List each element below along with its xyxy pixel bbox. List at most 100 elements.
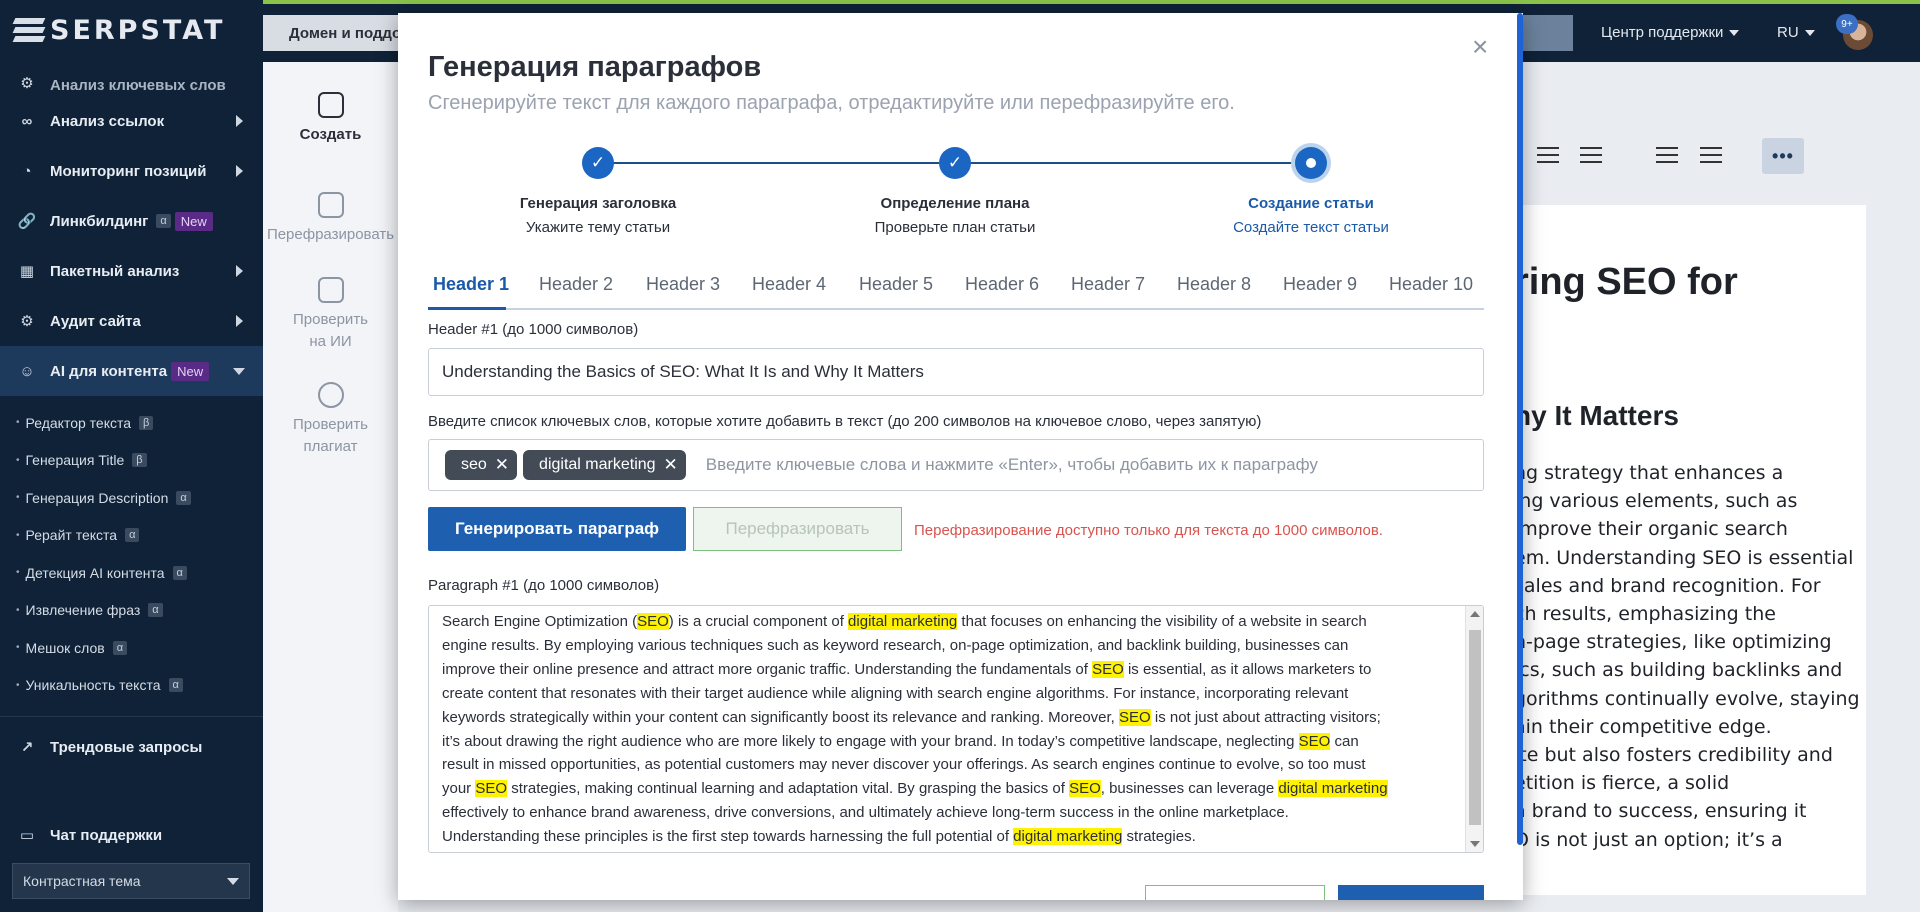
tab-header-1[interactable]: Header 1 bbox=[433, 274, 509, 295]
outdent-icon[interactable] bbox=[1656, 147, 1678, 163]
paraphrase-warning: Перефразирование доступно только для тек… bbox=[914, 522, 1383, 539]
paragraph-text-segment: is essential, as it allows marketers to bbox=[1123, 660, 1372, 678]
keywords-field-label: Введите список ключевых слов, которые хо… bbox=[428, 413, 1262, 430]
paraphrase-button[interactable]: Перефразировать bbox=[693, 507, 902, 551]
sidebar-subitem-rewrite[interactable]: Рерайт текстаα bbox=[0, 517, 263, 555]
theme-select[interactable]: Контрастная тема bbox=[12, 863, 250, 899]
alpha-badge: α bbox=[172, 565, 187, 580]
alpha-badge: α bbox=[112, 640, 128, 655]
keywords-input[interactable]: seo ✕ digital marketing ✕ Введите ключевые… bbox=[428, 439, 1484, 491]
tool-paraphrase[interactable]: Перефразировать bbox=[263, 192, 398, 246]
more-options-button[interactable]: ••• bbox=[1762, 138, 1804, 174]
step-connector bbox=[598, 162, 939, 164]
serpstat-logo[interactable]: SERPSTAT bbox=[0, 0, 263, 60]
paragraph-text-segment: strategies. bbox=[1122, 828, 1196, 846]
modal-subtitle: Сгенерируйте текст для каждого параграфа… bbox=[428, 92, 1235, 114]
align-right-icon[interactable] bbox=[1537, 147, 1559, 163]
tool-ai-check[interactable]: Проверить на ИИ bbox=[263, 277, 398, 353]
paragraph-line: engine results. By employing various tec… bbox=[442, 634, 1452, 658]
domain-search-input[interactable]: Домен и поддо bbox=[263, 15, 403, 51]
language-select[interactable]: RU bbox=[1777, 24, 1815, 41]
indent-icon[interactable] bbox=[1700, 147, 1722, 163]
sidebar-subitem-description-gen[interactable]: Генерация Descriptionα bbox=[0, 479, 263, 517]
logo-mark-icon bbox=[12, 18, 46, 42]
sidebar-item-batch[interactable]: ▦ Пакетный анализ bbox=[0, 246, 263, 296]
remove-keyword-icon[interactable]: ✕ bbox=[495, 455, 509, 475]
align-justify-icon[interactable] bbox=[1580, 147, 1602, 163]
tool-plagiarism[interactable]: Проверить плагиат bbox=[263, 382, 398, 458]
modal-scrollbar[interactable] bbox=[1517, 13, 1523, 845]
paragraph-line: your SEO strategies, making continual le… bbox=[442, 777, 1452, 801]
close-icon[interactable]: × bbox=[1472, 33, 1488, 61]
tab-header-5[interactable]: Header 5 bbox=[859, 274, 933, 295]
sidebar-item-links[interactable]: ∞ Анализ ссылок bbox=[0, 96, 263, 146]
paragraph-textarea[interactable]: Search Engine Optimization (SEO) is a cr… bbox=[428, 605, 1484, 853]
sidebar-subitem-uniqueness[interactable]: Уникальность текстаα bbox=[0, 667, 263, 705]
robot-icon: ☺ bbox=[19, 362, 35, 380]
chevron-right-icon bbox=[236, 165, 243, 177]
next-button[interactable] bbox=[1338, 885, 1484, 900]
tab-header-2[interactable]: Header 2 bbox=[539, 274, 613, 295]
tab-header-10[interactable]: Header 10 bbox=[1389, 274, 1473, 295]
tab-header-7[interactable]: Header 7 bbox=[1071, 274, 1145, 295]
doc-line: ing various elements, such as bbox=[1514, 490, 1798, 513]
paragraph-scrollbar[interactable] bbox=[1465, 606, 1483, 852]
sidebar-subitem-ai-detection[interactable]: Детекция AI контентаα bbox=[0, 554, 263, 592]
tab-header-6[interactable]: Header 6 bbox=[965, 274, 1039, 295]
step-3-desc: Создайте текст статьи bbox=[1233, 219, 1389, 236]
sidebar: SERPSTAT ⚙ Анализ ключевых слов ∞ Анализ… bbox=[0, 0, 263, 912]
paragraph-text-segment: improve their online presence and attrac… bbox=[442, 660, 1093, 678]
tab-header-8[interactable]: Header 8 bbox=[1177, 274, 1251, 295]
scroll-down-icon[interactable] bbox=[1470, 841, 1480, 847]
keywords-placeholder[interactable]: Введите ключевые слова и нажмите «Enter»… bbox=[706, 455, 1318, 475]
header-input[interactable]: Understanding the Basics of SEO: What It… bbox=[428, 348, 1484, 396]
paragraph-line: Understanding these principles is the fi… bbox=[442, 825, 1452, 849]
support-chat-button[interactable]: ▭ Чат поддержки bbox=[0, 815, 263, 855]
chevron-right-icon bbox=[236, 315, 243, 327]
generate-paragraph-button[interactable]: Генерировать параграф bbox=[428, 507, 686, 551]
back-button[interactable] bbox=[1145, 885, 1325, 900]
alpha-badge: α bbox=[148, 603, 163, 618]
keyword-highlight: SEO bbox=[1069, 780, 1101, 798]
sidebar-subitem-phrase-extract[interactable]: Извлечение фразα bbox=[0, 592, 263, 630]
support-center-menu[interactable]: Центр поддержки bbox=[1601, 24, 1740, 41]
paragraph-text-segment: is not just about attracting visitors; bbox=[1150, 708, 1381, 726]
doc-line: ite but also fosters credibility and bbox=[1514, 744, 1833, 767]
scroll-up-icon[interactable] bbox=[1470, 611, 1480, 617]
paragraph-text-segment: it’s about drawing the right audience wh… bbox=[442, 732, 1299, 750]
remove-keyword-icon[interactable]: ✕ bbox=[664, 455, 678, 475]
scroll-thumb[interactable] bbox=[1469, 630, 1481, 825]
tab-header-4[interactable]: Header 4 bbox=[752, 274, 826, 295]
tool-create[interactable]: Создать bbox=[263, 92, 398, 146]
doc-heading-1: ring SEO for bbox=[1514, 261, 1738, 303]
doc-line: ain their competitive edge. bbox=[1514, 715, 1772, 738]
tab-header-3[interactable]: Header 3 bbox=[646, 274, 720, 295]
sidebar-subitem-title-gen[interactable]: Генерация Titleβ bbox=[0, 442, 263, 480]
step-2-check-icon: ✓ bbox=[939, 147, 971, 179]
sidebar-item-linkbuilding[interactable]: 🔗 Линкбилдинг α New bbox=[0, 196, 263, 246]
ai-check-icon bbox=[317, 277, 344, 303]
sidebar-subitem-text-editor[interactable]: Редактор текстаβ bbox=[0, 404, 263, 442]
modal-title: Генерация параграфов bbox=[428, 51, 762, 83]
sidebar-item-trends[interactable]: ↗ Трендовые запросы bbox=[0, 729, 263, 765]
keyword-highlight: digital marketing bbox=[1013, 828, 1123, 846]
paragraph-text-segment: Search Engine Optimization ( bbox=[442, 613, 638, 630]
keyword-highlight: digital marketing bbox=[848, 613, 958, 630]
notification-badge[interactable]: 9+ bbox=[1836, 14, 1858, 34]
paragraph-line: keywords strategically within your conte… bbox=[442, 706, 1452, 730]
sidebar-item-ai-content[interactable]: ☺ AI для контента New bbox=[0, 346, 263, 396]
sidebar-subitem-bag-of-words[interactable]: Мешок словα bbox=[0, 629, 263, 667]
document-canvas[interactable]: ring SEO for hy It Matters ng strategy t… bbox=[1490, 205, 1866, 895]
sidebar-item-keywords[interactable]: ⚙ Анализ ключевых слов bbox=[0, 60, 263, 96]
paragraph-generation-modal: × Генерация параграфов Сгенерируйте текс… bbox=[398, 13, 1523, 900]
sidebar-item-audit[interactable]: ⚙ Аудит сайта bbox=[0, 296, 263, 346]
new-badge: New bbox=[174, 211, 213, 231]
rank-tracker-icon: ◔ bbox=[22, 162, 32, 180]
search-button[interactable] bbox=[1523, 15, 1573, 51]
tab-header-9[interactable]: Header 9 bbox=[1283, 274, 1357, 295]
chat-icon: ▭ bbox=[19, 827, 35, 844]
paragraph-text-segment: result in missed opportunities, as poten… bbox=[442, 756, 1366, 774]
sidebar-item-rank-tracker[interactable]: ◔ Мониторинг позиций bbox=[0, 146, 263, 196]
keyword-chip: seo ✕ bbox=[445, 450, 518, 480]
paragraph-text-segment: create content that resonates with their… bbox=[442, 684, 1349, 702]
